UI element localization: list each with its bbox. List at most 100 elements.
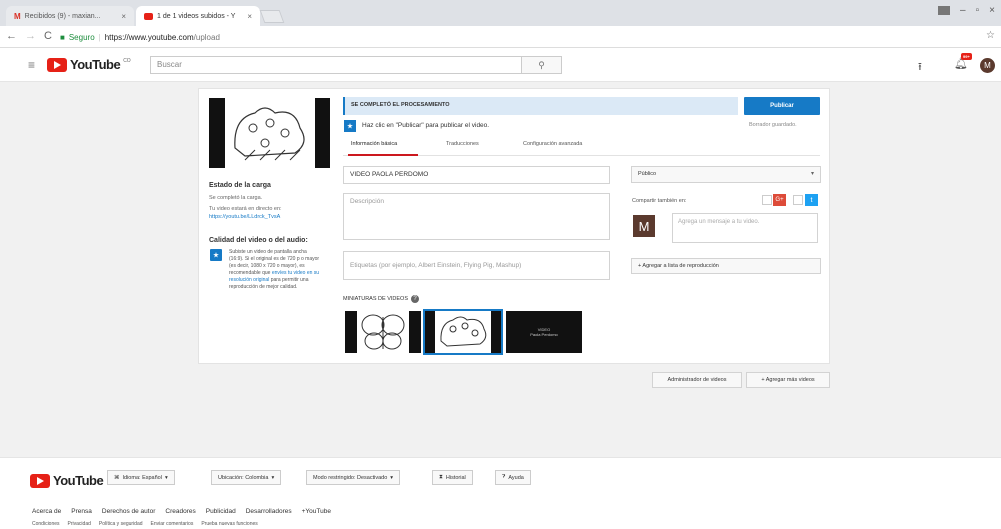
share-message-input[interactable]: Agrega un mensaje a tu video. xyxy=(672,213,818,243)
back-icon[interactable]: ← xyxy=(6,30,17,42)
reload-icon[interactable]: C xyxy=(44,30,52,42)
bookmark-star-icon[interactable]: ☆ xyxy=(986,30,995,41)
thumbnails-label: MINIATURAS DE VIDEOS ? xyxy=(343,295,419,303)
upload-card: Estado de la carga Se completó la carga.… xyxy=(198,88,830,364)
google-plus-icon[interactable]: G+ xyxy=(773,194,786,206)
add-to-playlist-button[interactable]: + Agregar a lista de reproducción xyxy=(631,258,821,274)
footer-link[interactable]: Privacidad xyxy=(68,521,91,527)
footer: YouTube ⌘ Idioma: Español ▾ Ubicación: C… xyxy=(0,457,1001,529)
menu-icon[interactable]: ≡ xyxy=(28,58,35,72)
video-frame xyxy=(225,98,315,168)
video-manager-button[interactable]: Administrador de videos xyxy=(652,372,742,388)
language-button[interactable]: ⌘ Idioma: Español ▾ xyxy=(107,470,175,485)
browser-tab-gmail[interactable]: M Recibidos (9) - maxian... × xyxy=(6,6,134,26)
thumbnail-frame xyxy=(435,311,491,353)
thumbnail-option-2[interactable] xyxy=(423,309,503,355)
gplus-checkbox[interactable] xyxy=(762,195,772,205)
footer-link[interactable]: Prueba nuevas funciones xyxy=(201,521,257,527)
chevron-down-icon: ▾ xyxy=(810,171,814,177)
tab-translations[interactable]: Traducciones xyxy=(446,141,479,147)
chevron-down-icon: ▾ xyxy=(390,474,394,481)
video-preview[interactable] xyxy=(209,98,330,168)
history-button[interactable]: ⧗ Historial xyxy=(432,470,473,485)
profile-icon[interactable] xyxy=(938,6,951,15)
search-button[interactable]: ⚲ xyxy=(521,56,562,74)
tab-basic-info[interactable]: Información básica xyxy=(351,141,397,147)
tags-input[interactable]: Etiquetas (por ejemplo, Albert Einstein,… xyxy=(343,251,610,280)
help-icon[interactable]: ? xyxy=(411,295,419,303)
search-icon: ⚲ xyxy=(538,59,545,70)
location-button[interactable]: Ubicación: Colombia ▾ xyxy=(211,470,282,485)
youtube-header: ≡ YouTube CO Buscar ⚲ ⭱ 🔔︎ 99+ M xyxy=(0,48,1001,82)
add-more-videos-button[interactable]: + Agregar más videos xyxy=(746,372,830,388)
location-label: Ubicación: Colombia xyxy=(218,474,269,481)
youtube-play-icon xyxy=(30,473,50,488)
forward-icon[interactable]: → xyxy=(25,30,36,42)
close-icon[interactable]: × xyxy=(121,12,126,21)
publish-hint: Haz clic en "Publicar" para publicar el … xyxy=(362,122,490,129)
language-icon: ⌘ xyxy=(114,474,120,481)
footer-link[interactable]: +YouTube xyxy=(302,508,331,515)
nav-buttons: ← → C xyxy=(6,30,52,42)
separator: | xyxy=(98,32,101,42)
footer-link[interactable]: Condiciones xyxy=(32,521,60,527)
restricted-mode-button[interactable]: Modo restringido: Desactivado ▾ xyxy=(306,470,401,485)
youtube-tab-icon xyxy=(144,12,153,20)
twitter-checkbox[interactable] xyxy=(793,195,803,205)
publish-button[interactable]: Publicar xyxy=(744,97,820,115)
footer-link[interactable]: Derechos de autor xyxy=(102,508,155,515)
footer-link[interactable]: Publicidad xyxy=(206,508,236,515)
lock-icon: ■ xyxy=(60,32,65,42)
footer-logo-text: YouTube xyxy=(53,473,104,488)
minimize-icon[interactable]: – xyxy=(960,5,966,16)
thumbnail-title-text: VIDEO Paola Perdomo xyxy=(530,327,558,337)
help-button[interactable]: ❓︎ Ayuda xyxy=(495,470,531,485)
new-tab-button[interactable] xyxy=(259,10,285,23)
footer-link[interactable]: Política y seguridad xyxy=(99,521,143,527)
footer-link[interactable]: Acerca de xyxy=(32,508,61,515)
maximize-icon[interactable]: ▫ xyxy=(976,5,980,16)
twitter-icon[interactable]: t xyxy=(805,194,818,206)
logo-text: YouTube xyxy=(70,57,121,72)
privacy-select[interactable]: Público ▾ xyxy=(631,166,821,183)
footer-links-primary: Acerca de Prensa Derechos de autor Cread… xyxy=(32,508,331,515)
close-window-icon[interactable]: × xyxy=(989,5,995,16)
footer-link[interactable]: Creadores xyxy=(165,508,195,515)
avatar[interactable]: M xyxy=(980,58,995,73)
upload-icon[interactable]: ⭱ xyxy=(918,58,922,77)
drawing-image xyxy=(440,316,487,347)
title-input[interactable]: VIDEO PAOLA PERDOMO xyxy=(343,166,610,184)
footer-link[interactable]: Enviar comentarios xyxy=(151,521,194,527)
youtube-play-icon xyxy=(47,57,67,72)
address-bar: ← → C ■ Seguro | https://www.youtube.com… xyxy=(0,26,1001,48)
thumbnail-option-1[interactable] xyxy=(345,311,421,353)
footer-links-secondary: Condiciones Privacidad Política y seguri… xyxy=(32,521,258,527)
search-input[interactable]: Buscar xyxy=(150,56,522,74)
footer-link[interactable]: Desarrolladores xyxy=(246,508,292,515)
hourglass-icon: ⧗ xyxy=(439,474,443,480)
share-label: Compartir también en: xyxy=(632,198,687,204)
chevron-down-icon: ▾ xyxy=(164,474,168,481)
thumbnail-option-3[interactable]: VIDEO Paola Perdomo xyxy=(506,311,582,353)
avatar: M xyxy=(633,215,655,237)
tab-label: Recibidos (9) - maxian... xyxy=(24,12,101,20)
browser-tab-youtube[interactable]: 1 de 1 videos subidos - Y × xyxy=(136,6,260,26)
footer-link[interactable]: Prensa xyxy=(71,508,92,515)
help-label: Ayuda xyxy=(508,474,524,481)
footer-logo[interactable]: YouTube xyxy=(30,473,104,488)
draft-saved-status: Borrador guardado. xyxy=(749,122,797,128)
upload-state-text: Se completó la carga. xyxy=(209,195,263,201)
upload-tabs: Información básica Traducciones Configur… xyxy=(343,136,820,156)
restricted-mode-label: Modo restringido: Desactivado xyxy=(313,474,388,481)
youtube-logo[interactable]: YouTube CO xyxy=(47,57,131,72)
close-icon[interactable]: × xyxy=(247,12,252,21)
tab-advanced-settings[interactable]: Configuración avanzada xyxy=(523,141,582,147)
thumbnails-label-text: MINIATURAS DE VIDEOS xyxy=(343,296,408,302)
description-input[interactable]: Descripción xyxy=(343,193,610,240)
quality-title: Calidad del video o del audio: xyxy=(209,237,308,244)
url-field[interactable]: ■ Seguro | https://www.youtube.com/uploa… xyxy=(60,29,980,45)
privacy-value: Público xyxy=(638,171,657,177)
video-link-label: Tu video estará en directo en: xyxy=(209,206,282,212)
video-link[interactable]: https://youtu.be/LLdrck_TvsA xyxy=(209,214,280,220)
active-tab-indicator xyxy=(348,154,418,156)
